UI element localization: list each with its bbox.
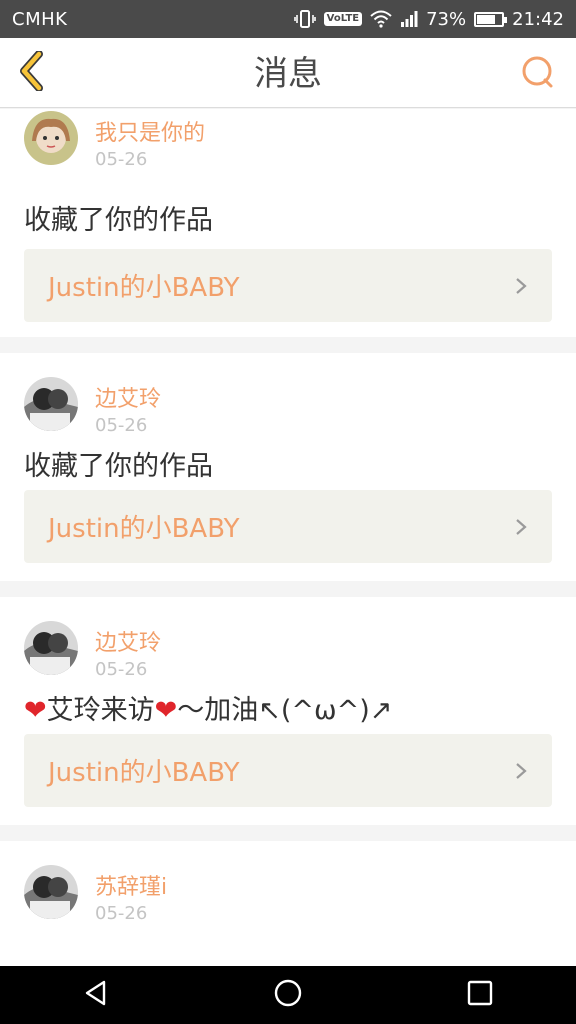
search-button[interactable] [518,54,558,94]
user-row[interactable]: 苏辞瑾i 05-26 [24,865,552,925]
avatar[interactable] [24,865,78,919]
username[interactable]: 我只是你的 [95,115,205,147]
message-card: 边艾玲 05-26 ❤艾玲来访❤～加油↖(^ω^)↗ Justin的小BABY [0,597,576,825]
user-row[interactable]: 边艾玲 05-26 [24,377,552,437]
message-date: 05-26 [95,415,148,436]
message-card: 苏辞瑾i 05-26 [0,841,576,966]
system-nav-bar [0,966,576,1024]
work-title: Justin的小BABY [48,273,240,303]
work-title: Justin的小BABY [48,758,240,788]
message-text: 收藏了你的作品 [24,451,213,482]
app-header: 消息 [0,38,576,108]
username[interactable]: 苏辞瑾i [95,869,167,901]
status-icons: VoLTE 73% 21:42 [293,8,564,30]
user-row[interactable]: 我只是你的 05-26 [24,111,552,171]
battery-icon [474,11,508,27]
chevron-left-icon [17,50,47,95]
chevron-right-icon [512,518,530,536]
status-bar: CMHK VoLTE 73% 21:42 [0,0,576,38]
message-text-part: 艾玲来访 [46,695,155,726]
page-title: 消息 [254,54,322,94]
back-button[interactable] [10,50,54,96]
message-text: ❤艾玲来访❤～加油↖(^ω^)↗ [24,688,392,727]
message-card: 我只是你的 05-26 收藏了你的作品 Justin的小BABY [0,109,576,337]
work-link[interactable]: Justin的小BABY [24,734,552,807]
carrier-name: CMHK [12,8,68,30]
message-card: 边艾玲 05-26 收藏了你的作品 Justin的小BABY [0,353,576,581]
heart-emoji-icon: ❤ [154,695,178,726]
volte-icon: VoLTE [323,12,363,26]
nav-back-button[interactable] [66,970,126,1020]
home-circle-icon [273,978,303,1012]
battery-percent: 73% [426,8,467,30]
battery-level [477,14,495,24]
message-date: 05-26 [95,659,148,680]
message-text-part: ～加油↖(^ω^)↗ [177,695,393,726]
search-icon [521,55,555,93]
nav-recents-button[interactable] [450,970,510,1020]
wifi-icon [370,10,392,28]
username[interactable]: 边艾玲 [95,381,161,413]
avatar[interactable] [24,111,78,165]
message-date: 05-26 [95,149,148,170]
work-title: Justin的小BABY [48,514,240,544]
avatar[interactable] [24,621,78,675]
username[interactable]: 边艾玲 [95,625,161,657]
work-link[interactable]: Justin的小BABY [24,249,552,322]
heart-emoji-icon: ❤ [24,695,47,726]
message-text: 收藏了你的作品 [24,205,213,236]
work-link[interactable]: Justin的小BABY [24,490,552,563]
chevron-right-icon [512,762,530,780]
avatar[interactable] [24,377,78,431]
message-list[interactable]: 我只是你的 05-26 收藏了你的作品 Justin的小BABY 边艾玲 05-… [0,109,576,966]
recents-square-icon [466,979,494,1011]
chevron-right-icon [512,277,530,295]
nav-home-button[interactable] [258,970,318,1020]
signal-icon [400,10,418,28]
message-date: 05-26 [95,903,148,924]
clock: 21:42 [512,8,564,30]
user-row[interactable]: 边艾玲 05-26 [24,621,552,681]
vibrate-icon [293,10,316,28]
back-triangle-icon [82,979,110,1011]
